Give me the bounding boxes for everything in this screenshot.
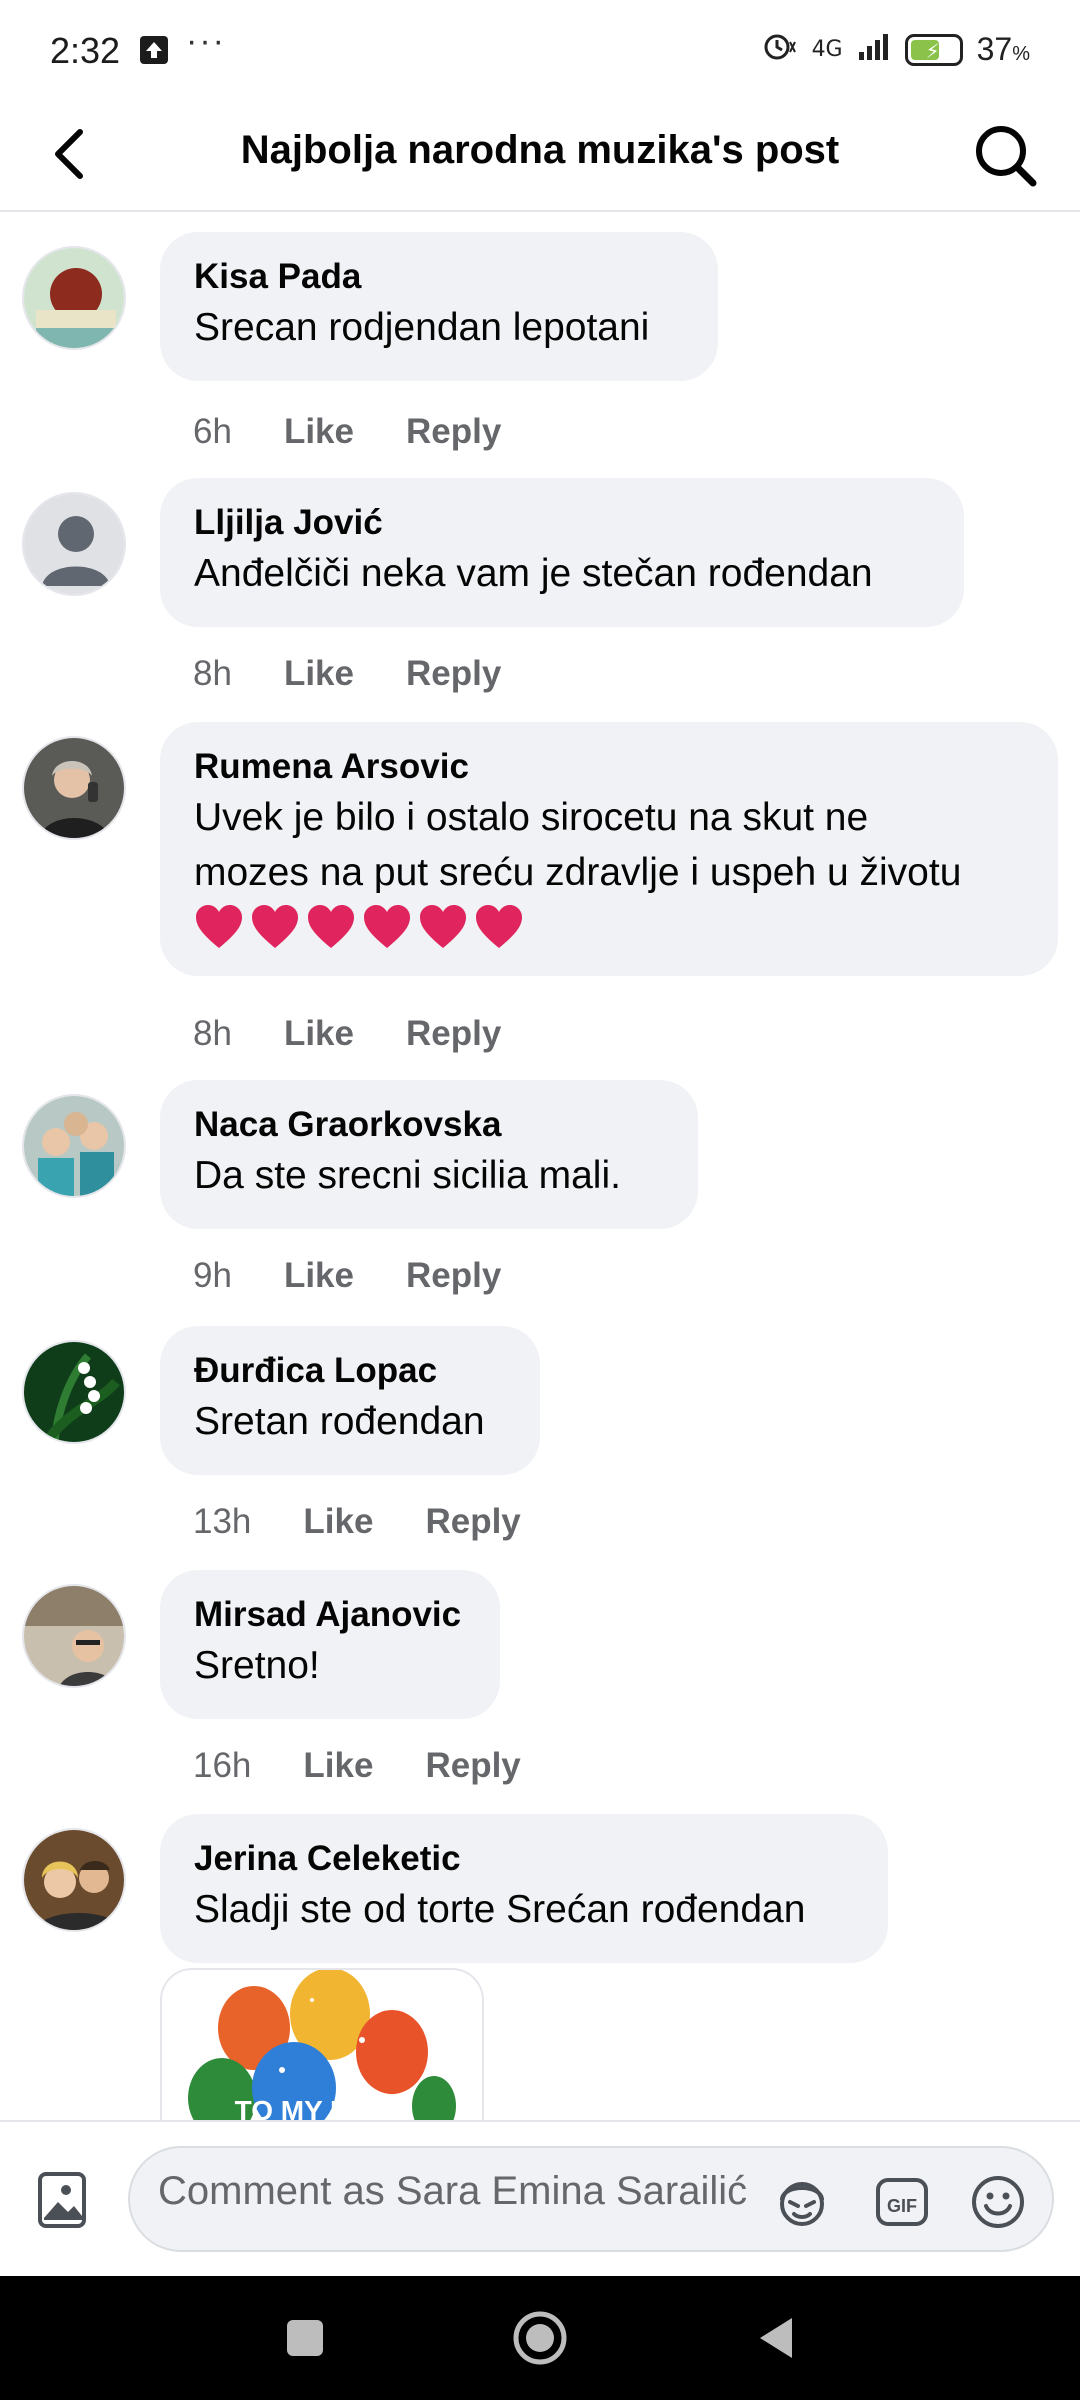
comment-bubble[interactable]: Đurđica Lopac Sretan rođendan	[160, 1326, 540, 1475]
comment-composer: Comment as Sara Emina Sarailić GIF	[0, 2120, 1080, 2276]
svg-text:GIF: GIF	[887, 2196, 917, 2216]
alarm-icon	[760, 30, 798, 69]
emoji-icon	[972, 2176, 1024, 2228]
comment-bubble[interactable]: Rumena Arsovic Uvek je bilo i ostalo sir…	[160, 722, 1058, 976]
system-nav-bar	[0, 2276, 1080, 2400]
search-icon	[976, 126, 1037, 187]
upload-icon	[140, 36, 168, 64]
avatar[interactable]	[22, 1584, 126, 1688]
comment-time: 9h	[193, 1256, 232, 1295]
photo-button[interactable]	[36, 2170, 92, 2230]
comment-author[interactable]: Kisa Pada	[194, 256, 684, 298]
status-bar: 2:32 ··· 4G ⚡ 37%	[0, 0, 1080, 100]
comment-actions: 9h Like Reply	[193, 1256, 501, 1296]
reply-button[interactable]: Reply	[425, 1746, 520, 1786]
comment-text: Srecan rodjendan lepotani	[194, 306, 650, 349]
comment-time: 6h	[193, 412, 232, 451]
comment-actions: 6h Like Reply	[193, 412, 501, 452]
sticker-image[interactable]: TO MY BABY	[160, 1968, 484, 2120]
battery-icon: ⚡	[904, 33, 963, 66]
back-nav-button[interactable]	[746, 2308, 806, 2368]
avatar[interactable]	[22, 492, 126, 596]
reply-button[interactable]: Reply	[406, 1014, 501, 1054]
status-time: 2:32	[50, 30, 121, 71]
comment-time: 13h	[193, 1502, 252, 1541]
heart-icon	[364, 905, 410, 948]
sticker-caption: TO MY BABY	[235, 2095, 410, 2120]
like-button[interactable]: Like	[303, 1502, 373, 1542]
status-indicators: 4G ⚡ 37%	[760, 30, 1030, 69]
comment-time: 8h	[193, 1014, 232, 1053]
comment-bubble[interactable]: Kisa Pada Srecan rodjendan lepotani	[160, 232, 718, 381]
recents-button[interactable]	[275, 2308, 335, 2368]
heart-icon	[308, 905, 354, 948]
signal-icon	[857, 32, 891, 67]
comment-time: 16h	[193, 1746, 252, 1785]
comment-list[interactable]: Kisa Pada Srecan rodjendan lepotani 6h L…	[0, 214, 1080, 2120]
charging-bolt-icon: ⚡	[925, 40, 940, 63]
comment-text-line: mozes na put sreću zdravlje i uspeh u ži…	[194, 851, 962, 894]
comment-author[interactable]: Đurđica Lopac	[194, 1350, 506, 1392]
gif-icon: GIF	[876, 2178, 928, 2226]
square-icon	[287, 2320, 323, 2356]
comment-text: Da ste srecni sicilia mali.	[194, 1154, 621, 1197]
network-label: 4G	[811, 36, 843, 62]
avatar[interactable]	[22, 246, 126, 350]
comment-time: 8h	[193, 654, 232, 693]
reply-button[interactable]: Reply	[406, 1256, 501, 1296]
comment-bubble[interactable]: Mirsad Ajanovic Sretno!	[160, 1570, 500, 1719]
comment-text: Uvek je bilo i ostalo sirocetu na skut n…	[194, 790, 1024, 900]
photo-icon	[38, 2172, 86, 2228]
comment-author[interactable]: Jerina Celeketic	[194, 1838, 854, 1880]
comment-input[interactable]: Comment as Sara Emina Sarailić GIF	[128, 2146, 1054, 2252]
triangle-back-icon	[760, 2318, 792, 2358]
comment-author[interactable]: Rumena Arsovic	[194, 746, 1024, 788]
like-button[interactable]: Like	[284, 1014, 354, 1054]
comment-author[interactable]: Lljilja Jović	[194, 502, 930, 544]
heart-emoji-row	[194, 904, 1024, 950]
like-button[interactable]: Like	[284, 654, 354, 694]
comment-actions: 8h Like Reply	[193, 654, 501, 694]
comment-text-line: Uvek je bilo i ostalo sirocetu na skut n…	[194, 796, 869, 839]
heart-icon	[420, 905, 466, 948]
like-button[interactable]: Like	[284, 412, 354, 452]
avatar-sticker-icon	[780, 2182, 824, 2226]
home-button[interactable]	[510, 2308, 570, 2368]
avatar[interactable]	[22, 1094, 126, 1198]
more-notifications-icon: ···	[186, 22, 226, 60]
battery-percent: 37%	[976, 31, 1030, 67]
search-button[interactable]	[968, 118, 1044, 194]
comment-author[interactable]: Naca Graorkovska	[194, 1104, 664, 1146]
comment-actions: 8h Like Reply	[193, 1014, 501, 1054]
reply-button[interactable]: Reply	[425, 1502, 520, 1542]
home-circle-icon	[513, 2311, 567, 2365]
like-button[interactable]: Like	[284, 1256, 354, 1296]
comment-text: Anđelčiči neka vam je stečan rođendan	[194, 552, 873, 595]
heart-icon	[252, 905, 298, 948]
comment-input-placeholder: Comment as Sara Emina Sarailić	[158, 2169, 748, 2213]
comment-bubble[interactable]: Naca Graorkovska Da ste srecni sicilia m…	[160, 1080, 698, 1229]
reply-button[interactable]: Reply	[406, 412, 501, 452]
comment-bubble[interactable]: Jerina Celeketic Sladji ste od torte Sre…	[160, 1814, 888, 1963]
avatar[interactable]	[22, 736, 126, 840]
comment-bubble[interactable]: Lljilja Jović Anđelčiči neka vam je steč…	[160, 478, 964, 627]
comment-actions: 16h Like Reply	[193, 1746, 521, 1786]
like-button[interactable]: Like	[303, 1746, 373, 1786]
comment-actions: 13h Like Reply	[193, 1502, 521, 1542]
page-title: Najbolja narodna muzika's post	[240, 128, 840, 172]
avatar[interactable]	[22, 1828, 126, 1932]
heart-icon	[476, 905, 522, 948]
heart-icon	[196, 905, 242, 948]
reply-button[interactable]: Reply	[406, 654, 501, 694]
comment-text: Sladji ste od torte Srećan rođendan	[194, 1888, 806, 1931]
comment-author[interactable]: Mirsad Ajanovic	[194, 1594, 466, 1636]
comment-text: Sretno!	[194, 1644, 320, 1687]
comment-text: Sretan rođendan	[194, 1400, 485, 1443]
avatar[interactable]	[22, 1340, 126, 1444]
post-header: Najbolja narodna muzika's post	[0, 100, 1080, 212]
